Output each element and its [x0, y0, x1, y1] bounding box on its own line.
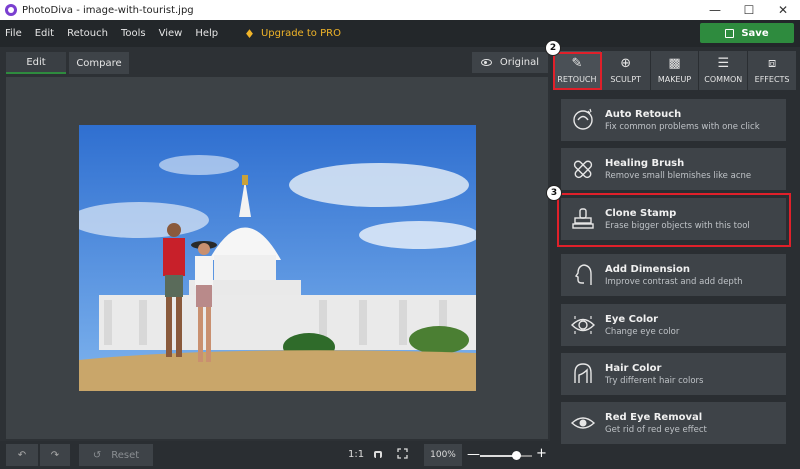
hair-icon — [561, 353, 605, 395]
zoom-out-button[interactable]: — — [467, 447, 480, 462]
bandage-icon — [561, 148, 605, 190]
tab-compare[interactable]: Compare — [69, 52, 129, 74]
face-profile-icon — [561, 254, 605, 296]
view-tabs: Edit Compare — [0, 47, 550, 77]
menu-bar: File Edit Retouch Tools View Help ♦ Upgr… — [0, 20, 800, 47]
globe-icon: ⊕ — [620, 56, 632, 71]
tool-description: Get rid of red eye effect — [605, 424, 707, 435]
tool-title: Hair Color — [605, 362, 662, 374]
tool-title: Eye Color — [605, 313, 659, 325]
fullscreen-icon[interactable] — [397, 448, 408, 459]
step-badge-3: 3 — [546, 185, 562, 201]
tab-makeup-label: MAKEUP — [657, 75, 692, 84]
tool-eye-color[interactable]: Eye Color Change eye color — [561, 304, 786, 346]
eye-color-icon — [561, 304, 605, 346]
step-badge-2: 2 — [545, 40, 561, 56]
close-button[interactable]: ✕ — [766, 0, 800, 20]
eye-icon — [480, 59, 492, 66]
tool-title: Auto Retouch — [605, 108, 682, 120]
upgrade-link[interactable]: ♦ Upgrade to PRO — [244, 27, 341, 41]
original-label: Original — [499, 57, 540, 68]
menu-file[interactable]: File — [5, 28, 22, 39]
tool-description: Remove small blemishes like acne — [605, 170, 752, 181]
tab-effects[interactable]: ⧈ EFFECTS — [748, 51, 796, 90]
tab-edit[interactable]: Edit — [6, 52, 66, 74]
menu-help[interactable]: Help — [195, 28, 218, 39]
floppy-disk-icon — [725, 28, 735, 38]
tab-sculpt-label: SCULPT — [610, 75, 642, 84]
tab-common[interactable]: ☰ COMMON — [699, 51, 748, 90]
tool-red-eye-removal[interactable]: Red Eye Removal Get rid of red eye effec… — [561, 402, 786, 444]
title-bar: PhotoDiva - image-with-tourist.jpg — ☐ ✕ — [0, 0, 800, 20]
tool-description: Improve contrast and add depth — [605, 276, 743, 287]
original-button[interactable]: Original — [472, 52, 548, 73]
zoom-slider-fill — [480, 455, 517, 457]
tool-title: Red Eye Removal — [605, 411, 703, 423]
auto-retouch-icon — [561, 99, 605, 141]
zoom-slider-handle[interactable] — [511, 451, 521, 460]
app-logo-icon — [5, 4, 17, 16]
tool-description: Try different hair colors — [605, 375, 704, 386]
photo-illustration — [79, 125, 476, 391]
clone-stamp-highlight — [557, 193, 791, 247]
reset-button[interactable]: ↺ Reset — [79, 444, 153, 466]
minimize-button[interactable]: — — [698, 0, 732, 20]
window-controls: — ☐ ✕ — [698, 0, 800, 20]
fit-to-screen-icon[interactable] — [373, 449, 383, 459]
tool-title: Healing Brush — [605, 157, 685, 169]
tool-title: Add Dimension — [605, 263, 690, 275]
maximize-button[interactable]: ☐ — [732, 0, 766, 20]
photo-preview[interactable] — [79, 125, 476, 391]
menu-retouch[interactable]: Retouch — [67, 28, 108, 39]
tool-description: Change eye color — [605, 326, 680, 337]
window-title: PhotoDiva - image-with-tourist.jpg — [22, 4, 194, 16]
tool-auto-retouch[interactable]: Auto Retouch Fix common problems with on… — [561, 99, 786, 141]
tool-healing-brush[interactable]: Healing Brush Remove small blemishes lik… — [561, 148, 786, 190]
diamond-icon: ♦ — [244, 26, 255, 41]
makeup-icon: ▩ — [668, 56, 681, 71]
save-label: Save — [741, 27, 769, 39]
tab-sculpt[interactable]: ⊕ SCULPT — [601, 51, 650, 90]
save-button[interactable]: Save — [700, 23, 794, 43]
upgrade-label: Upgrade to PRO — [260, 28, 341, 39]
tab-common-label: COMMON — [704, 75, 743, 84]
zoom-in-button[interactable]: + — [536, 446, 547, 461]
undo-button[interactable]: ↶ — [6, 444, 38, 466]
red-eye-icon — [561, 402, 605, 444]
tab-effects-label: EFFECTS — [754, 75, 790, 84]
zoom-level-field[interactable]: 100% — [424, 444, 462, 466]
menu-tools[interactable]: Tools — [121, 28, 146, 39]
redo-icon: ↷ — [50, 449, 60, 461]
redo-button[interactable]: ↷ — [40, 444, 70, 466]
tab-makeup[interactable]: ▩ MAKEUP — [650, 51, 699, 90]
effects-icon: ⧈ — [767, 56, 777, 71]
tool-add-dimension[interactable]: Add Dimension Improve contrast and add d… — [561, 254, 786, 296]
tool-description: Fix common problems with one click — [605, 121, 760, 132]
tool-hair-color[interactable]: Hair Color Try different hair colors — [561, 353, 786, 395]
menu-view[interactable]: View — [159, 28, 183, 39]
retouch-tab-highlight — [553, 52, 602, 90]
undo-icon: ↶ — [17, 449, 27, 461]
actual-size-button[interactable]: 1:1 — [348, 449, 364, 460]
reset-icon: ↺ — [92, 449, 102, 461]
reset-label: Reset — [111, 449, 140, 461]
sliders-icon: ☰ — [717, 56, 730, 71]
menu-edit[interactable]: Edit — [35, 28, 54, 39]
